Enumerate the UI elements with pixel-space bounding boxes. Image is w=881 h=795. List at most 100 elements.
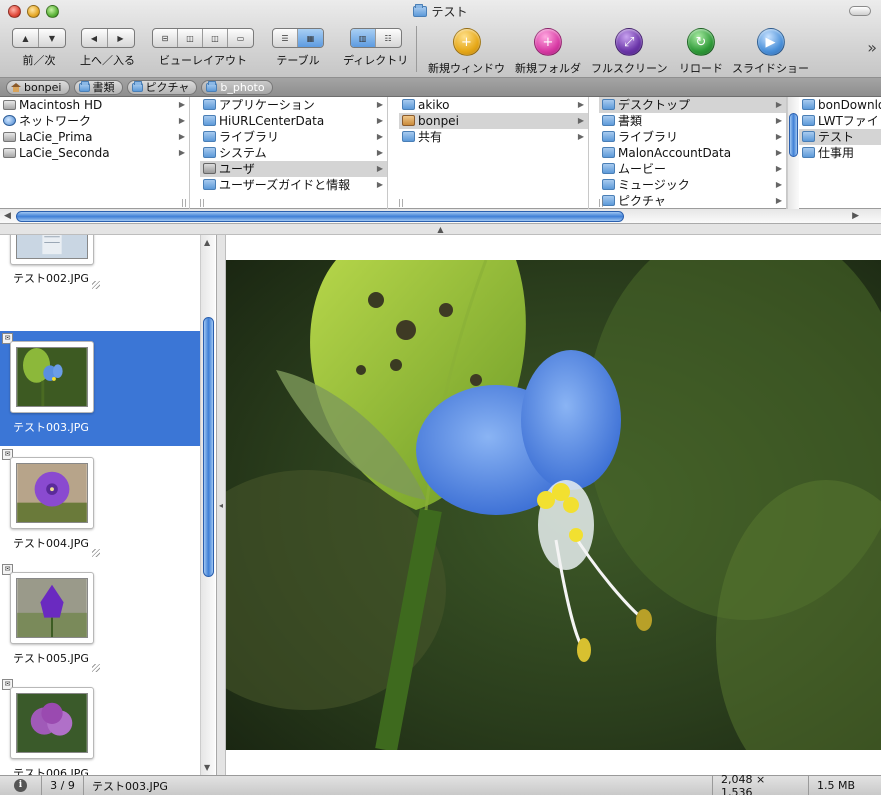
folder-icon (602, 131, 615, 142)
list-item[interactable]: HiURLCenterData ▶ (200, 113, 387, 129)
right-arrow-icon[interactable]: ▶ (108, 29, 134, 47)
folder-icon (802, 115, 815, 126)
scroll-right-icon[interactable]: ▶ (852, 211, 859, 221)
new-folder-icon[interactable]: + (534, 28, 562, 56)
chevron-right-icon: ▶ (577, 100, 584, 109)
home-icon (11, 82, 21, 92)
pane-splitter[interactable]: ◂ (217, 235, 226, 775)
item-label: bonDownlo (818, 98, 881, 112)
scroll-up-icon[interactable]: ▲ (204, 238, 210, 247)
thumbnail-item[interactable]: ✉ テスト006.JPG (0, 677, 200, 775)
new-window-button[interactable]: + 新規ウィンドウ (428, 28, 505, 76)
browser-horizontal-scrollbar[interactable]: ◀ ▶ (0, 209, 881, 224)
directory-view-group: ▥ ☷ ディレクトリ (343, 28, 408, 68)
status-bar: i 3 / 9 テスト003.JPG 2,048 × 1,536 1.5 MB (0, 773, 881, 795)
list-item[interactable]: MalonAccountData ▶ (599, 145, 786, 161)
layout-3-icon[interactable]: ◫ (203, 29, 228, 47)
thumbnail-item[interactable]: テスト002.JPG (0, 235, 200, 308)
layout-1-icon[interactable]: ⊟ (153, 29, 178, 47)
new-folder-button[interactable]: + 新規フォルダ (515, 28, 581, 76)
list-item[interactable]: ピクチャ ▶ (599, 193, 786, 209)
browser-splitter[interactable]: ▲ (0, 224, 881, 235)
info-button[interactable]: i (0, 776, 42, 795)
column-vertical-scrollbar[interactable] (787, 97, 799, 209)
list-item[interactable]: bonDownlo (799, 97, 881, 113)
tree-view-icon[interactable]: ☷ (376, 29, 401, 47)
list-item[interactable]: ユーザーズガイドと情報 ▶ (200, 177, 387, 193)
list-item[interactable]: akiko ▶ (399, 97, 588, 113)
fullscreen-label: フルスクリーン (591, 62, 668, 75)
fullscreen-button[interactable]: ⤢ フルスクリーン (591, 28, 667, 76)
list-view-icon[interactable]: ☰ (273, 29, 298, 47)
thumbnail-item-selected[interactable]: ✉ テスト003.JPG (0, 331, 200, 446)
crumb-label: b_photo (220, 80, 265, 94)
list-item[interactable]: 共有 ▶ (399, 129, 588, 145)
list-item[interactable]: ネットワーク ▶ (0, 113, 189, 129)
users-folder-icon (203, 163, 216, 174)
list-item[interactable]: ライブラリ ▶ (200, 129, 387, 145)
table-view-group: ☰ ▦ テーブル (272, 28, 324, 68)
column-resize-handle[interactable]: || (599, 198, 605, 207)
item-label: システム (219, 146, 267, 160)
crumb-b-photo[interactable]: b_photo (201, 79, 273, 95)
fullscreen-icon[interactable]: ⤢ (615, 28, 644, 56)
list-item[interactable]: 書類 ▶ (599, 113, 786, 129)
thumbnail-item[interactable]: ✉ テスト004.JPG (0, 447, 200, 562)
list-item[interactable]: LWTファイ (799, 113, 881, 129)
directory-view-control[interactable]: ▥ ☷ (349, 28, 402, 48)
slideshow-button[interactable]: ▶ スライドショー (732, 28, 809, 76)
list-item[interactable]: ユーザ ▶ (200, 161, 387, 177)
toolbar-toggle-button[interactable] (849, 6, 871, 16)
list-item[interactable]: 仕事用 (799, 145, 881, 161)
grid-view-icon[interactable]: ▦ (298, 29, 323, 47)
list-item[interactable]: bonpei ▶ (399, 113, 588, 129)
scroll-left-icon[interactable]: ◀ (4, 211, 11, 221)
list-item[interactable]: デスクトップ ▶ (599, 97, 786, 113)
list-item[interactable]: ムービー ▶ (599, 161, 786, 177)
column-resize-handle[interactable]: || (180, 198, 188, 207)
reload-icon[interactable]: ↻ (687, 28, 715, 56)
list-item[interactable]: Macintosh HD ▶ (0, 97, 189, 113)
slideshow-icon[interactable]: ▶ (756, 28, 785, 56)
list-item[interactable]: ミュージック ▶ (599, 177, 786, 193)
view-layout-control[interactable]: ⊟ ◫ ◫ ▭ (152, 28, 254, 48)
chevron-right-icon: ▶ (775, 148, 782, 157)
crumb-documents[interactable]: 書類 (73, 79, 123, 95)
item-label: 共有 (418, 130, 443, 144)
thumbnail-scrollbar[interactable]: ▲ ▼ (200, 235, 215, 775)
crumb-home[interactable]: bonpei (6, 79, 70, 95)
crumb-pictures[interactable]: ピクチャ (126, 79, 198, 95)
thumbnail-frame (10, 457, 94, 529)
list-item[interactable]: システム ▶ (200, 145, 387, 161)
column-resize-handle[interactable]: || (200, 198, 206, 207)
list-item[interactable]: テスト (799, 129, 881, 145)
browser-column-volumes: Macintosh HD ▶ ネットワーク ▶ LaCie_Prima ▶ LaCie… (0, 97, 190, 209)
thumbnail-label: テスト004.JPG (13, 537, 89, 550)
table-view-control[interactable]: ☰ ▦ (272, 28, 324, 48)
down-arrow-icon[interactable]: ▼ (39, 29, 65, 47)
resize-grip-icon (92, 281, 100, 289)
scrollbar-thumb[interactable] (789, 113, 798, 157)
up-enter-control[interactable]: ◀ ▶ (80, 28, 135, 48)
new-window-icon[interactable]: + (452, 28, 481, 56)
scrollbar-thumb[interactable] (203, 317, 214, 577)
reload-button[interactable]: ↻ リロード (679, 28, 723, 76)
thumbnail-item[interactable]: ✉ テスト005.JPG (0, 562, 200, 677)
layout-2-icon[interactable]: ◫ (178, 29, 203, 47)
list-item[interactable]: アプリケーション ▶ (200, 97, 387, 113)
list-item[interactable]: LaCie_Prima ▶ (0, 129, 189, 145)
column-view-icon[interactable]: ▥ (350, 29, 376, 47)
left-arrow-icon[interactable]: ◀ (82, 29, 108, 47)
scroll-down-icon[interactable]: ▼ (204, 763, 210, 772)
layout-4-icon[interactable]: ▭ (228, 29, 253, 47)
list-item[interactable]: ライブラリ ▶ (599, 129, 786, 145)
scrollbar-thumb[interactable] (16, 211, 624, 222)
info-icon[interactable]: i (14, 779, 27, 792)
back-forward-control[interactable]: ▲ ▼ (12, 28, 66, 48)
toolbar-overflow-icon[interactable]: » (867, 38, 877, 57)
column-resize-handle[interactable]: || (399, 198, 405, 207)
thumbnail-label: テスト003.JPG (13, 421, 89, 434)
up-arrow-icon[interactable]: ▲ (13, 29, 39, 47)
list-item[interactable]: LaCie_Seconda ▶ (0, 145, 189, 161)
view-layout-label: ビューレイアウト (159, 54, 247, 67)
